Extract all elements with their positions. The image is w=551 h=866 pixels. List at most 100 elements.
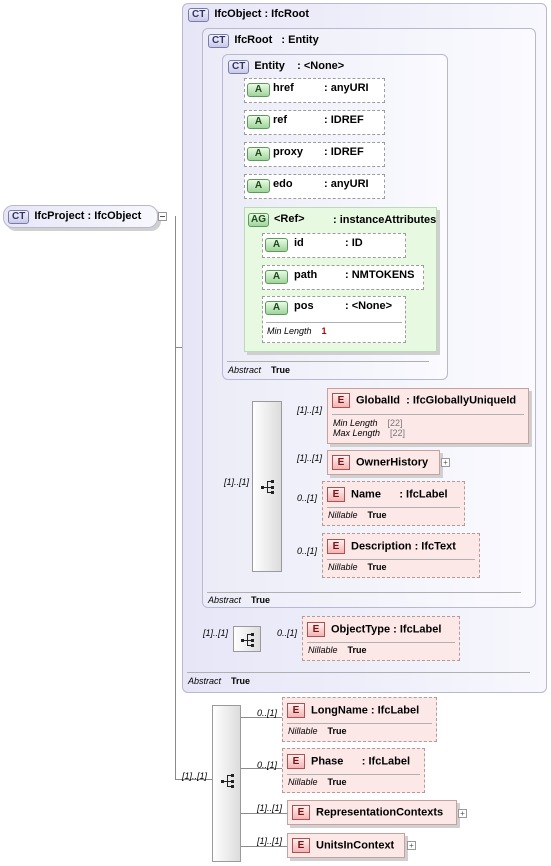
element-objecttype[interactable]: E ObjectType : IfcLabel Nillable True <box>302 616 460 661</box>
element-name: LongName <box>311 704 368 717</box>
attribute-type: : IDREF <box>324 114 364 126</box>
nillable-label: Nillable <box>288 726 318 736</box>
expand-icon[interactable]: + <box>441 458 450 467</box>
nillable-value: True <box>327 726 347 736</box>
abstract-label: Abstract <box>228 365 262 375</box>
ifcproject-name: IfcProject <box>34 210 85 222</box>
sequence-icon <box>261 480 274 494</box>
collapse-toggle-icon[interactable] <box>158 212 167 221</box>
attribute-type: : anyURI <box>324 82 369 94</box>
cardinality: [1]..[1] <box>257 803 283 813</box>
attribute-id[interactable]: A id : ID <box>262 233 406 258</box>
element-icon: E <box>287 754 305 769</box>
cardinality: [1]..[1] <box>257 836 283 846</box>
entity-name: Entity <box>254 60 285 72</box>
connector-projseq-repctx <box>241 813 287 814</box>
nillable-label: Nillable <box>288 777 318 787</box>
element-icon: E <box>327 539 345 554</box>
element-icon: E <box>332 393 350 408</box>
cardinality: 0..[1] <box>257 708 278 718</box>
abstract-label: Abstract <box>208 595 242 605</box>
attribute-group-type: : instanceAttributes <box>333 214 437 226</box>
sequence-compositor[interactable] <box>233 626 261 652</box>
element-ownerhistory[interactable]: E OwnerHistory <box>327 450 440 475</box>
element-representationcontexts[interactable]: E RepresentationContexts <box>287 800 457 825</box>
attribute-name: href <box>273 82 294 94</box>
attribute-icon: A <box>247 179 270 193</box>
attribute-icon: A <box>247 83 270 97</box>
sequence-compositor[interactable] <box>212 705 241 862</box>
attribute-name: path <box>294 269 318 281</box>
attribute-ref[interactable]: A ref : IDREF <box>244 110 385 135</box>
min-length-label: Min Length <box>267 326 312 336</box>
attribute-name: proxy <box>273 146 303 158</box>
attribute-type: : anyURI <box>324 178 369 190</box>
element-icon: E <box>292 805 310 820</box>
nillable-label: Nillable <box>308 645 338 655</box>
cardinality: [1]..[1] <box>297 405 323 415</box>
attribute-icon: A <box>265 301 288 315</box>
sequence-compositor[interactable] <box>252 401 282 572</box>
abstract-label: Abstract <box>188 676 222 686</box>
element-type: : IfcGloballyUniqueId <box>406 394 517 407</box>
attribute-icon: A <box>247 147 270 161</box>
nillable-label: Nillable <box>328 510 358 520</box>
ifcroot-type: : Entity <box>281 34 319 46</box>
nillable-value: True <box>367 510 387 520</box>
element-icon: E <box>287 703 305 718</box>
element-name: ObjectType <box>331 623 391 636</box>
attribute-path[interactable]: A path : NMTOKENS <box>262 265 424 290</box>
element-name: UnitsInContext <box>316 839 395 852</box>
max-length-label: Max Length <box>333 428 381 438</box>
ifcproject-node[interactable]: CT IfcProject : IfcObject <box>3 205 158 228</box>
attribute-icon: A <box>265 238 288 252</box>
element-name: Name <box>351 488 381 501</box>
attribute-href[interactable]: A href : anyURI <box>244 78 385 103</box>
element-name[interactable]: E Name : IfcLabel Nillable True <box>322 481 465 526</box>
expand-icon[interactable]: + <box>407 841 416 850</box>
max-length-value: [22] <box>390 428 406 438</box>
element-name: Phase <box>311 755 344 768</box>
complex-type-icon: CT <box>8 210 30 224</box>
cardinality: 0..[1] <box>297 546 318 556</box>
element-globalid[interactable]: E GlobalId : IfcGloballyUniqueId Min Leng… <box>327 388 529 444</box>
nillable-value: True <box>367 562 387 572</box>
attribute-pos[interactable]: A pos : <None> Min Length 1 <box>262 296 406 343</box>
attribute-name: edo <box>273 178 293 190</box>
attribute-group-name: <Ref> <box>274 213 305 225</box>
element-name: GlobalId <box>356 394 400 407</box>
cardinality: [1]..[1] <box>224 477 250 487</box>
nillable-value: True <box>327 777 347 787</box>
element-unitsincontext[interactable]: E UnitsInContext <box>287 833 405 858</box>
element-description[interactable]: E Description : IfcText Nillable True <box>322 533 480 578</box>
attribute-name: pos <box>294 300 314 312</box>
attribute-type: : NMTOKENS <box>345 269 415 281</box>
element-icon: E <box>292 838 310 853</box>
element-name: RepresentationContexts <box>316 806 444 819</box>
connector-trunk <box>175 216 176 779</box>
cardinality: [1]..[1] <box>297 453 323 463</box>
attribute-icon: A <box>265 270 288 284</box>
element-icon: E <box>307 622 325 637</box>
attribute-icon: A <box>247 115 270 129</box>
attribute-proxy[interactable]: A proxy : IDREF <box>244 142 385 167</box>
attribute-name: id <box>294 237 304 249</box>
abstract-value: True <box>271 365 291 375</box>
element-name: OwnerHistory <box>356 456 429 469</box>
ifcproject-type: : IfcObject <box>87 210 142 222</box>
attribute-type: : ID <box>345 237 363 249</box>
element-name: Description <box>351 540 412 553</box>
attribute-name: ref <box>273 114 288 126</box>
element-type: : IfcLabel <box>399 488 448 501</box>
element-icon: E <box>332 455 350 470</box>
cardinality: [1]..[1] <box>203 628 229 638</box>
expand-icon[interactable]: + <box>458 809 467 818</box>
connector-projseq-units <box>241 846 287 847</box>
attribute-edo[interactable]: A edo : anyURI <box>244 174 385 199</box>
element-icon: E <box>327 487 345 502</box>
cardinality: [1]..[1] <box>182 771 208 781</box>
element-phase[interactable]: E Phase : IfcLabel Nillable True <box>282 748 425 793</box>
attribute-type: : <None> <box>345 300 393 312</box>
cardinality: 0..[1] <box>297 493 318 503</box>
element-longname[interactable]: E LongName : IfcLabel Nillable True <box>282 697 437 742</box>
